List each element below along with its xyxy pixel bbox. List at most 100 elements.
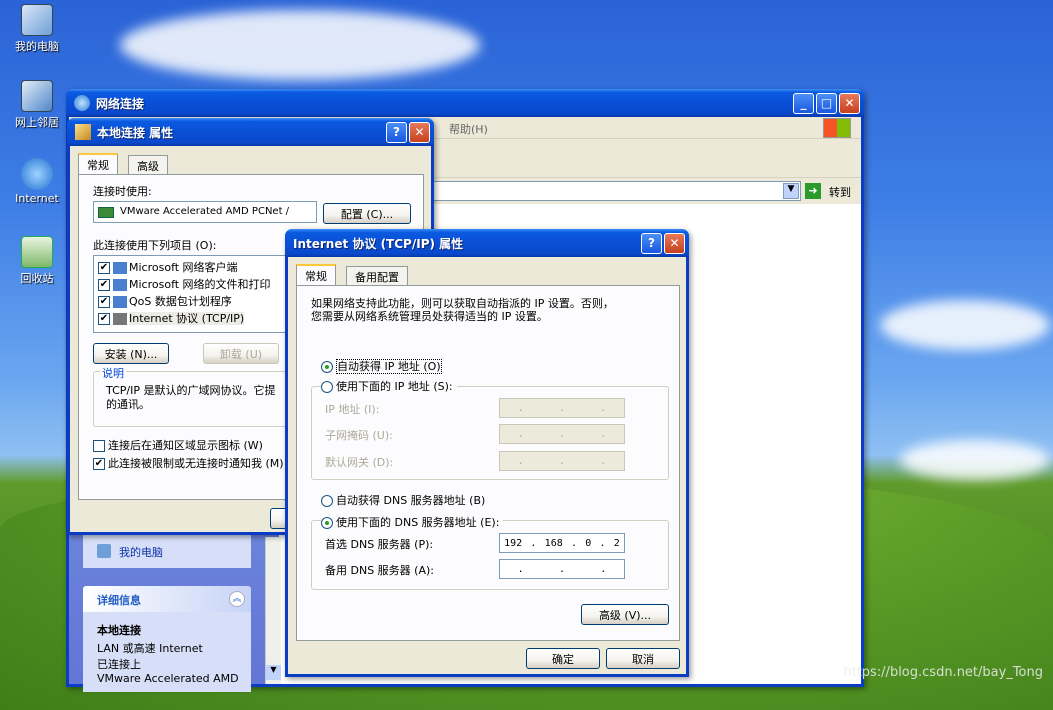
desktop-icon-recycle-bin[interactable]: 回收站 (2, 236, 72, 286)
desktop-icon-label: Internet (15, 192, 59, 205)
details-title: 本地连接 (97, 624, 141, 637)
preferred-dns-input[interactable]: 192. 168. 0. 2 (499, 533, 625, 553)
dropdown-arrow-icon[interactable]: ▼ (783, 183, 799, 199)
item-label: Microsoft 网络的文件和打印 (129, 278, 271, 291)
details-line: LAN 或高速 Internet (97, 642, 203, 655)
preferred-dns-label: 首选 DNS 服务器 (P): (325, 538, 434, 551)
tab-general[interactable]: 常规 (78, 153, 118, 175)
manual-ip-radio[interactable]: 使用下面的 IP 地址 (S): (321, 378, 457, 394)
tcpip-properties-window: Internet 协议 (TCP/IP) 属性 ? ✕ 常规 备用配置 如果网络… (285, 229, 689, 677)
help-button[interactable]: ? (386, 121, 407, 143)
help-button[interactable]: ? (641, 232, 662, 254)
desktop-icon-my-computer[interactable]: 我的电脑 (2, 4, 72, 54)
items-list: ✔ Microsoft 网络客户端 ✔ Microsoft 网络的文件和打印 ✔ Qo… (93, 255, 313, 333)
cloud (880, 300, 1050, 350)
network-card-icon (98, 207, 114, 218)
item-label: Microsoft 网络客户端 (129, 261, 238, 274)
manual-dns-radio[interactable]: 使用下面的 DNS 服务器地址 (E): (321, 514, 504, 530)
ip-address-label: IP 地址 (I): (325, 403, 380, 416)
radio-label: 自动获得 IP 地址 (O) (336, 359, 442, 374)
configure-button[interactable]: 配置 (C)... (323, 203, 411, 224)
uninstall-button[interactable]: 卸载 (U) (203, 343, 279, 364)
button-label: 配置 (C)... (340, 207, 394, 221)
chevron-up-icon[interactable]: ︽ (229, 591, 245, 607)
radio-button[interactable] (321, 517, 333, 529)
go-button[interactable]: 转到 (829, 184, 851, 200)
minimize-button[interactable]: _ (793, 92, 814, 114)
show-icon-checkbox-row[interactable]: 连接后在通知区域显示图标 (W) (93, 437, 263, 453)
checkbox[interactable]: ✔ (98, 279, 110, 291)
checkbox[interactable]: ✔ (98, 262, 110, 274)
tcpip-titlebar[interactable]: Internet 协议 (TCP/IP) 属性 ? ✕ (285, 229, 689, 257)
button-label: 安装 (N)... (104, 347, 158, 361)
checkbox[interactable]: ✔ (93, 458, 105, 470)
install-button[interactable]: 安装 (N)... (93, 343, 169, 364)
advanced-button[interactable]: 高级 (V)... (581, 604, 669, 625)
radio-label: 使用下面的 IP 地址 (S): (336, 380, 453, 393)
details-box: 本地连接 LAN 或高速 Internet 已连接上 VMware Accele… (83, 612, 251, 692)
description-group: 说明 TCP/IP 是默认的广域网协议。它提 的通讯。 (93, 365, 313, 427)
list-item-selected[interactable]: ✔ Internet 协议 (TCP/IP) (98, 310, 245, 326)
checkbox[interactable]: ✔ (98, 313, 110, 325)
radio-button[interactable] (321, 381, 333, 393)
notify-checkbox-row[interactable]: ✔ 此连接被限制或无连接时通知我 (M) (93, 455, 284, 471)
scrollbar[interactable]: ▼ (265, 537, 281, 684)
desktop-icon-internet[interactable]: Internet (2, 158, 72, 205)
my-computer-link[interactable]: 我的电脑 (119, 544, 163, 560)
alternate-dns-input[interactable]: ... (499, 559, 625, 579)
default-gateway-input[interactable]: ... (499, 451, 625, 471)
cloud (120, 10, 480, 80)
cloud (900, 440, 1050, 480)
tab-label: 常规 (87, 159, 109, 172)
protocol-icon (113, 313, 127, 325)
maximize-button[interactable]: □ (816, 92, 837, 114)
close-button[interactable]: ✕ (664, 232, 685, 254)
auto-ip-radio[interactable]: 自动获得 IP 地址 (O) (321, 358, 442, 374)
network-places-icon (21, 80, 53, 112)
checkbox-label: 此连接被限制或无连接时通知我 (M) (108, 457, 284, 470)
description-text: 的通讯。 (106, 398, 150, 411)
network-adapter-icon (75, 124, 91, 140)
list-item[interactable]: ✔ Microsoft 网络的文件和打印 (98, 276, 271, 292)
button-label: 取消 (632, 652, 654, 666)
subnet-mask-input[interactable]: ... (499, 424, 625, 444)
details-header-bar[interactable]: 详细信息 ︽ (83, 586, 251, 612)
radio-button[interactable] (321, 361, 333, 373)
recycle-bin-icon (21, 236, 53, 268)
go-arrow-icon[interactable]: ➜ (805, 183, 821, 199)
checkbox[interactable] (93, 440, 105, 452)
close-button[interactable]: ✕ (409, 121, 430, 143)
tab-alternate-config[interactable]: 备用配置 (346, 266, 408, 286)
list-item[interactable]: ✔ Microsoft 网络客户端 (98, 259, 238, 275)
properties-titlebar[interactable]: 本地连接 属性 ? ✕ (67, 118, 434, 146)
scroll-down-icon[interactable]: ▼ (266, 665, 281, 680)
menu-item-help[interactable]: 帮助(H) (449, 121, 488, 137)
computer-icon (21, 4, 53, 36)
auto-dns-radio[interactable]: 自动获得 DNS 服务器地址 (B) (321, 492, 485, 508)
alternate-dns-label: 备用 DNS 服务器 (A): (325, 564, 434, 577)
network-icon (74, 95, 90, 111)
radio-label: 自动获得 DNS 服务器地址 (B) (336, 494, 486, 507)
tab-label: 常规 (305, 270, 327, 283)
checkbox[interactable]: ✔ (98, 296, 110, 308)
tab-advanced[interactable]: 高级 (128, 155, 168, 175)
ip-address-input[interactable]: ... (499, 398, 625, 418)
desktop-icon-label: 我的电脑 (15, 40, 59, 53)
tab-general[interactable]: 常规 (296, 264, 336, 286)
button-label: 确定 (552, 652, 574, 666)
radio-button[interactable] (321, 495, 333, 507)
adapter-name: VMware Accelerated AMD PCNet / (120, 206, 290, 217)
network-window-titlebar[interactable]: 网络连接 _ □ ✕ (66, 89, 864, 117)
general-panel: 如果网络支持此功能，则可以获取自动指派的 IP 设置。否则， 您需要从网络系统管… (296, 285, 680, 641)
window-title: 本地连接 属性 (97, 125, 174, 140)
ip-octet: 168 (544, 537, 563, 549)
desktop-icon-network[interactable]: 网上邻居 (2, 80, 72, 130)
list-item[interactable]: ✔ QoS 数据包计划程序 (98, 293, 232, 309)
items-label: 此连接使用下列项目 (O): (93, 239, 217, 252)
ok-button[interactable]: 确定 (526, 648, 600, 669)
address-input[interactable] (409, 181, 801, 201)
ip-octet: 192 (504, 537, 523, 549)
window-title: Internet 协议 (TCP/IP) 属性 (293, 236, 464, 251)
close-button[interactable]: ✕ (839, 92, 860, 114)
cancel-button[interactable]: 取消 (606, 648, 680, 669)
